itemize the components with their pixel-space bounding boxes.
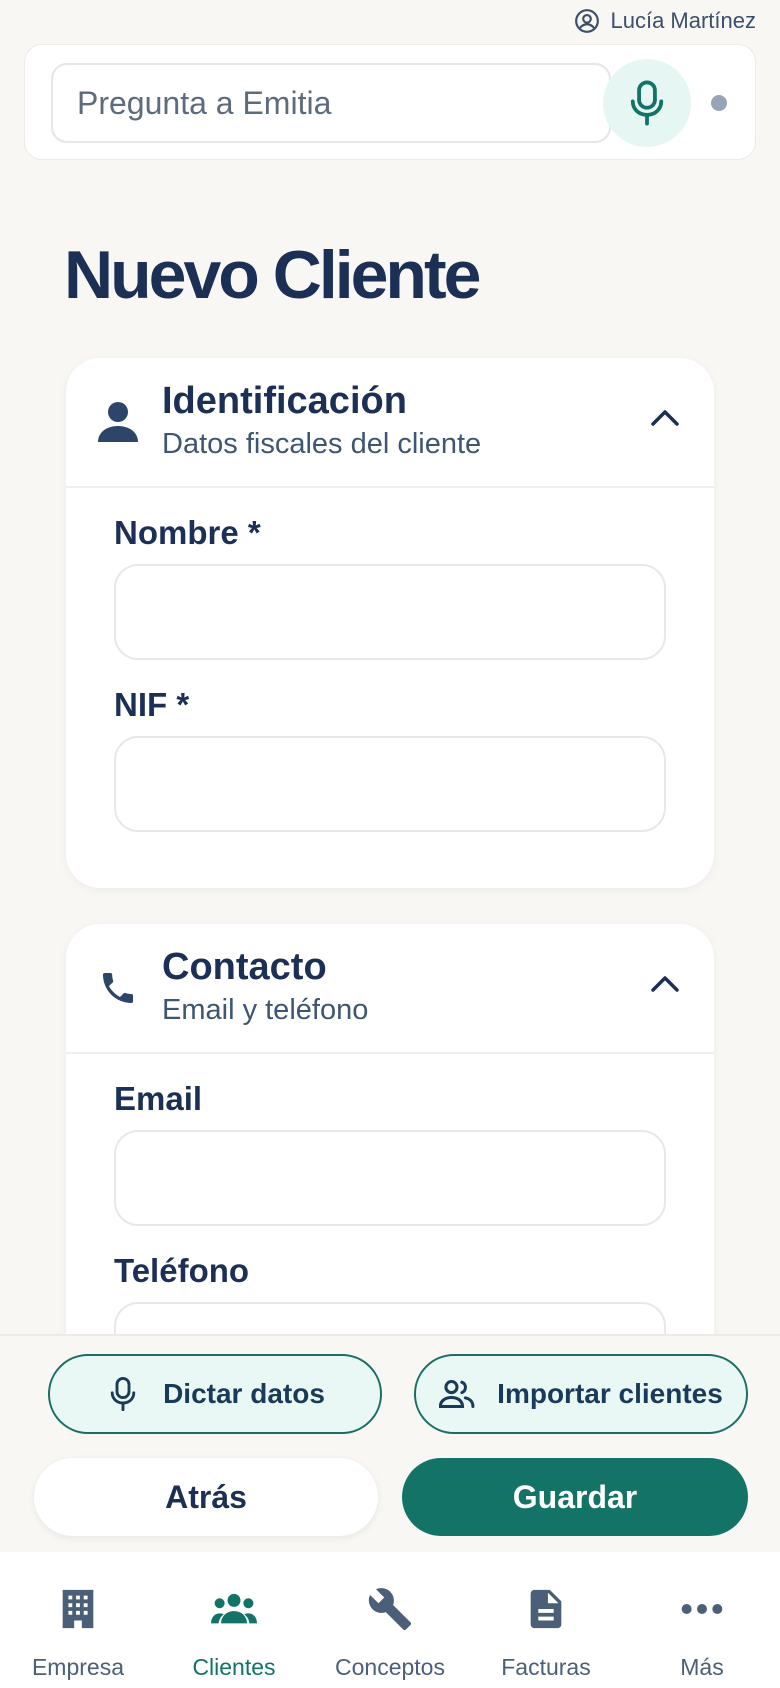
status-indicator	[711, 95, 727, 111]
nif-label: NIF *	[114, 686, 190, 723]
users-icon	[439, 1380, 475, 1408]
section-subtitle: Email y teléfono	[162, 994, 369, 1026]
voice-button[interactable]	[603, 59, 691, 147]
identification-card: Identificación Datos fiscales del client…	[66, 358, 714, 888]
assistant-placeholder: Pregunta a Emitia	[77, 84, 332, 121]
dictate-label: Dictar datos	[163, 1378, 325, 1409]
email-label: Email	[114, 1080, 203, 1117]
user-circle-icon	[575, 9, 600, 33]
phone-icon	[103, 973, 133, 1003]
tab-label: Facturas	[501, 1654, 591, 1680]
tab-facturas[interactable]: Facturas	[468, 1552, 624, 1688]
tab-label: Más	[680, 1654, 724, 1680]
phone-label: Teléfono	[114, 1252, 250, 1289]
import-label: Importar clientes	[497, 1378, 723, 1409]
contact-card: Contacto Email y teléfono Email Teléfono	[66, 924, 714, 1384]
microphone-icon	[630, 80, 664, 126]
import-clients-button[interactable]: Importar clientes	[414, 1354, 748, 1434]
more-icon	[681, 1604, 723, 1614]
save-button[interactable]: Guardar	[402, 1458, 748, 1536]
back-button[interactable]: Atrás	[34, 1458, 378, 1536]
microphone-icon	[110, 1376, 136, 1412]
building-icon	[62, 1589, 94, 1629]
assistant-bar: Pregunta a Emitia	[24, 44, 756, 160]
dictate-button[interactable]: Dictar datos	[48, 1354, 382, 1434]
contact-header[interactable]: Contacto Email y teléfono	[66, 924, 714, 1054]
page-title: Nuevo Cliente	[64, 237, 481, 313]
name-label: Nombre *	[114, 514, 261, 551]
person-icon	[98, 402, 138, 442]
users-icon	[211, 1593, 257, 1624]
name-input[interactable]	[114, 564, 666, 660]
email-input[interactable]	[114, 1130, 666, 1226]
tab-conceptos[interactable]: Conceptos	[312, 1552, 468, 1688]
chevron-up-icon[interactable]	[650, 972, 680, 994]
identification-header[interactable]: Identificación Datos fiscales del client…	[66, 358, 714, 488]
user-name: Lucía Martínez	[610, 8, 756, 33]
tab-empresa[interactable]: Empresa	[0, 1552, 156, 1688]
section-title: Identificación	[162, 380, 407, 422]
tab-label: Clientes	[192, 1654, 276, 1680]
document-icon	[530, 1589, 562, 1629]
user-account[interactable]: Lucía Martínez	[574, 8, 756, 34]
nif-input[interactable]	[114, 736, 666, 832]
chevron-up-icon[interactable]	[650, 406, 680, 428]
tab-label: Conceptos	[335, 1654, 445, 1680]
section-subtitle: Datos fiscales del cliente	[162, 428, 482, 460]
wrench-icon	[368, 1588, 412, 1631]
tab-label: Empresa	[31, 1654, 125, 1680]
tab-mas[interactable]: Más	[624, 1552, 780, 1688]
tab-clientes[interactable]: Clientes	[156, 1552, 312, 1688]
section-title: Contacto	[162, 946, 327, 988]
bottom-navigation: Empresa Clientes Conceptos Facturas Más	[0, 1552, 780, 1688]
action-bar: Dictar datos Importar clientes Atrás Gua…	[0, 1334, 780, 1552]
assistant-input[interactable]: Pregunta a Emitia	[51, 63, 611, 143]
